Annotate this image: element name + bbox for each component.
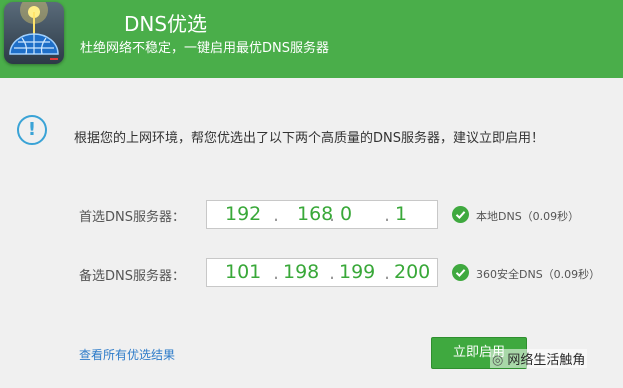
primary-ip-octet-1[interactable]: 192 (225, 203, 261, 225)
view-all-results-link[interactable]: 查看所有优选结果 (79, 346, 175, 363)
ip-separator: . (384, 204, 391, 226)
exclamation-icon: ! (17, 115, 47, 145)
primary-dns-status: 本地DNS（0.09秒） (476, 210, 580, 223)
secondary-ip-octet-2[interactable]: 198 (283, 261, 319, 283)
app-title: DNS优选 (124, 12, 208, 36)
secondary-ip-octet-4[interactable]: 200 (394, 261, 430, 283)
globe-antenna-icon (4, 2, 64, 64)
ip-separator: . (273, 262, 280, 284)
ip-separator: . (329, 262, 336, 284)
app-subtitle: 杜绝网络不稳定，一键启用最优DNS服务器 (80, 41, 329, 56)
secondary-ip-octet-3[interactable]: 199 (339, 261, 375, 283)
header-bar: DNS优选 杜绝网络不稳定，一键启用最优DNS服务器 (0, 0, 623, 78)
info-message: 根据您的上网环境，帮您优选出了以下两个高质量的DNS服务器，建议立即启用！ (74, 131, 544, 146)
primary-dns-label: 首选DNS服务器： (79, 210, 185, 225)
secondary-ip-octet-1[interactable]: 101 (225, 261, 261, 283)
primary-ip-octet-3[interactable]: 0 (340, 203, 352, 225)
ip-separator: . (384, 262, 391, 284)
primary-ip-octet-4[interactable]: 1 (395, 203, 407, 225)
primary-dns-input[interactable]: 192 . 168 . 0 . 1 (206, 200, 438, 229)
primary-ip-octet-2[interactable]: 168 (297, 203, 333, 225)
ip-separator: . (273, 204, 280, 226)
secondary-dns-label: 备选DNS服务器： (79, 269, 185, 284)
check-icon (452, 206, 469, 223)
watermark-text: 网络生活触角 (507, 353, 586, 368)
check-icon (452, 264, 469, 281)
secondary-dns-input[interactable]: 101 . 198 . 199 . 200 (206, 258, 438, 287)
watermark: ◎ 网络生活触角 (490, 349, 588, 368)
secondary-dns-status: 360安全DNS（0.09秒） (476, 268, 601, 281)
ip-separator: . (329, 204, 336, 226)
wechat-icon: ◎ (492, 353, 504, 368)
